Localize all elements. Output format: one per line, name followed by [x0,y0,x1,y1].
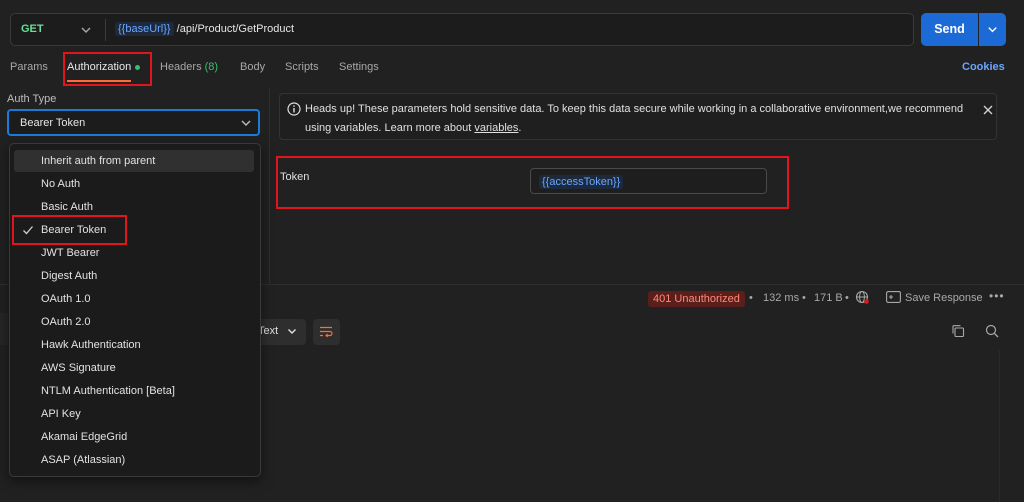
save-response-button[interactable]: Save Response [905,292,983,304]
variables-link[interactable]: variables [474,122,518,134]
banner-message: Heads up! These parameters hold sensitiv… [305,100,965,138]
auth-type-dropdown: Inherit auth from parent No Auth Basic A… [9,143,261,477]
auth-option-inherit[interactable]: Inherit auth from parent [14,150,254,172]
save-response-icon [886,291,901,303]
chevron-down-icon [288,329,296,334]
tab-settings[interactable]: Settings [339,61,379,73]
auth-option-label: ASAP (Atlassian) [41,454,126,466]
send-button[interactable]: Send [921,13,978,46]
close-icon[interactable] [982,104,994,116]
separator-dot: • [845,292,849,304]
auth-option-ntlm[interactable]: NTLM Authentication [Beta] [10,380,260,402]
auth-option-label: OAuth 1.0 [41,293,91,305]
auth-option-digest[interactable]: Digest Auth [10,265,260,287]
url-bar[interactable]: GET {{baseUrl}} /api/Product/GetProduct [10,13,914,46]
chevron-down-icon [988,27,997,33]
auth-option-label: NTLM Authentication [Beta] [41,385,175,397]
highlight-box-bearer-token [12,215,127,245]
tab-headers-label: Headers [160,61,202,73]
url-input[interactable]: {{baseUrl}} /api/Product/GetProduct [115,22,295,36]
response-size[interactable]: 171 B [814,292,843,304]
auth-option-oauth1[interactable]: OAuth 1.0 [10,288,260,310]
status-badge: 401 Unauthorized [648,291,745,307]
auth-option-label: Hawk Authentication [41,339,141,351]
banner-text: Heads up! These parameters hold sensitiv… [305,103,964,134]
divider [105,19,106,41]
auth-option-label: OAuth 2.0 [41,316,91,328]
separator-dot: • [749,292,753,304]
auth-option-label: Inherit auth from parent [41,155,156,167]
highlight-box-authorization [63,52,152,86]
response-time[interactable]: 132 ms [763,292,799,304]
auth-option-aws[interactable]: AWS Signature [10,357,260,379]
highlight-box-token [276,156,789,209]
send-options-button[interactable] [979,13,1006,46]
tab-params[interactable]: Params [10,61,48,73]
chevron-down-icon [241,120,251,126]
auth-option-label: No Auth [41,178,81,190]
more-options-icon[interactable]: ••• [989,289,1005,303]
url-path: /api/Product/GetProduct [176,23,295,35]
tab-scripts[interactable]: Scripts [285,61,319,73]
search-icon[interactable] [985,324,999,338]
info-icon [287,102,301,116]
sensitive-data-banner: Heads up! These parameters hold sensitiv… [279,93,997,140]
chevron-down-icon[interactable] [79,23,93,37]
tab-headers[interactable]: Headers (8) [160,61,218,73]
auth-option-jwt[interactable]: JWT Bearer [10,242,260,264]
auth-option-akamai[interactable]: Akamai EdgeGrid [10,426,260,448]
response-toolbar-edge [0,313,8,345]
method-select[interactable]: GET [21,23,44,35]
auth-type-label: Auth Type [7,93,57,105]
headers-count: (8) [204,61,219,73]
auth-option-label: JWT Bearer [41,247,100,259]
wrap-lines-icon [320,326,333,338]
wrap-lines-button[interactable] [313,319,340,345]
auth-type-value: Bearer Token [20,117,86,129]
auth-type-select[interactable]: Bearer Token [7,109,260,136]
auth-option-api-key[interactable]: API Key [10,403,260,425]
response-scroll-edge [999,350,1000,502]
separator-dot: • [802,292,806,304]
tab-body[interactable]: Body [240,61,265,73]
auth-option-asap[interactable]: ASAP (Atlassian) [10,449,260,471]
panel-divider [269,88,270,283]
globe-icon[interactable] [855,290,869,304]
auth-option-label: Digest Auth [41,270,98,282]
cookies-link[interactable]: Cookies [962,61,1005,73]
auth-option-label: Akamai EdgeGrid [41,431,128,443]
copy-icon[interactable] [951,324,965,338]
response-format-value: Text [258,325,279,337]
auth-option-label: AWS Signature [41,362,116,374]
auth-option-hawk[interactable]: Hawk Authentication [10,334,260,356]
auth-option-no-auth[interactable]: No Auth [10,173,260,195]
auth-option-label: API Key [41,408,81,420]
auth-option-oauth2[interactable]: OAuth 2.0 [10,311,260,333]
url-variable: {{baseUrl}} [115,22,174,36]
banner-end: . [518,122,522,134]
